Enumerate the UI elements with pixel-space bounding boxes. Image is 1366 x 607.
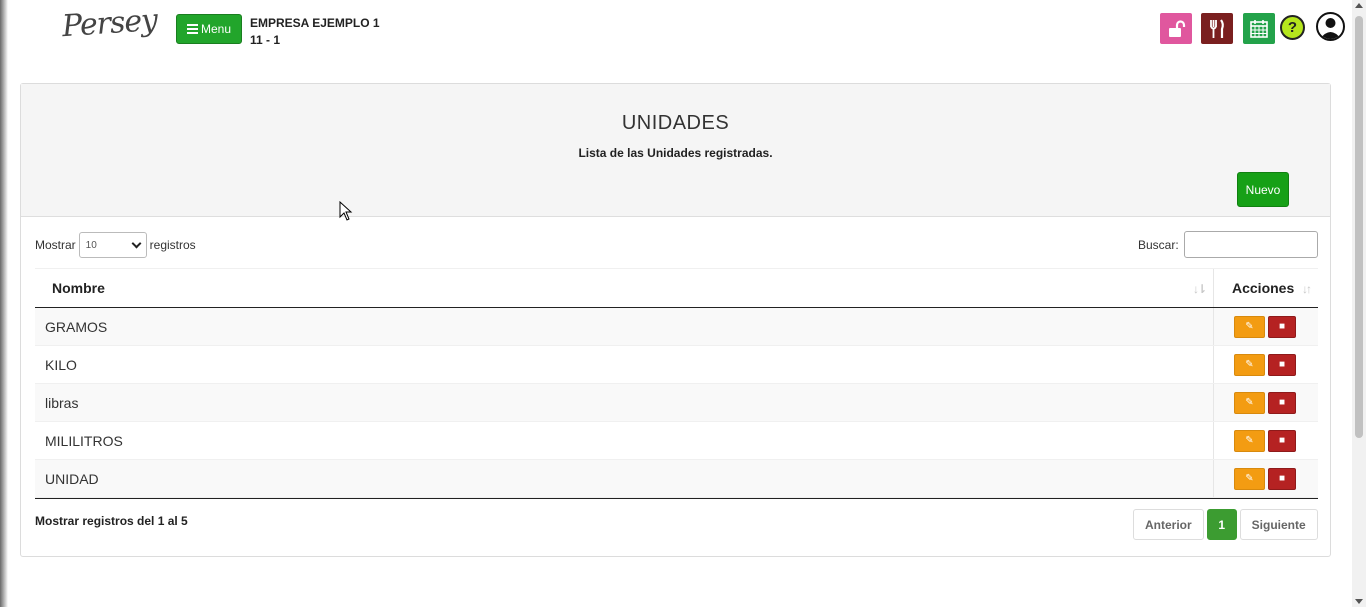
row-actions: ✎ ■	[1214, 346, 1318, 383]
page-1-button[interactable]: 1	[1206, 509, 1237, 540]
unit-name: UNIDAD	[35, 460, 1214, 497]
trash-icon: ■	[1278, 397, 1286, 408]
hamburger-icon	[186, 24, 198, 34]
company-info: EMPRESA EJEMPLO 1 11 - 1	[250, 15, 380, 49]
trash-icon: ■	[1278, 473, 1286, 484]
edit-icon: ✎	[1245, 473, 1254, 484]
table-header: Nombre ↓⇂ Acciones ↓↑	[35, 268, 1318, 308]
delete-button[interactable]: ■	[1268, 429, 1296, 452]
edit-button[interactable]: ✎	[1234, 353, 1265, 376]
chevron-down-icon	[131, 238, 142, 248]
row-actions: ✎ ■	[1214, 422, 1318, 459]
search-label: Buscar:	[1138, 237, 1179, 252]
edit-icon: ✎	[1245, 321, 1254, 332]
column-header-name[interactable]: Nombre ↓⇂	[35, 269, 1214, 307]
app-logo: Persey	[60, 2, 159, 45]
new-unit-button[interactable]: Nuevo	[1237, 172, 1289, 207]
edit-button[interactable]: ✎	[1234, 315, 1265, 338]
edit-button[interactable]: ✎	[1234, 467, 1265, 490]
scroll-up-icon[interactable]	[1355, 3, 1363, 8]
sort-icon: ↓↑	[1302, 282, 1312, 296]
edit-icon: ✎	[1245, 397, 1254, 408]
column-header-actions-label: Acciones	[1232, 280, 1295, 296]
scroll-down-icon[interactable]	[1355, 599, 1363, 604]
edit-button[interactable]: ✎	[1234, 391, 1265, 414]
help-icon: ?	[1287, 19, 1298, 36]
calendar-button[interactable]	[1243, 13, 1275, 44]
delete-button[interactable]: ■	[1268, 353, 1296, 376]
records-info: Mostrar registros del 1 al 5	[35, 514, 188, 528]
units-card: UNIDADES Lista de las Unidades registrad…	[20, 83, 1331, 557]
unit-name: KILO	[35, 346, 1214, 383]
scrollbar-thumb[interactable]	[1355, 16, 1363, 438]
units-table: Nombre ↓⇂ Acciones ↓↑ GRAMOS ✎ ■ KILO ✎ …	[35, 268, 1318, 499]
delete-button[interactable]: ■	[1268, 391, 1296, 414]
edit-icon: ✎	[1245, 359, 1254, 370]
menu-button-label: Menu	[200, 22, 232, 36]
restaurant-button[interactable]	[1201, 13, 1233, 44]
table-row: KILO ✎ ■	[35, 346, 1318, 384]
user-icon	[1320, 18, 1341, 39]
trash-icon: ■	[1278, 321, 1286, 332]
mouse-cursor-icon	[339, 201, 353, 221]
row-actions: ✎ ■	[1214, 460, 1318, 497]
search-control: Buscar:	[1138, 231, 1318, 258]
column-header-actions[interactable]: Acciones ↓↑	[1214, 269, 1318, 307]
row-actions: ✎ ■	[1214, 308, 1318, 345]
page-length-value: 10	[85, 239, 97, 251]
column-header-name-label: Nombre	[52, 280, 105, 296]
unit-name: libras	[35, 384, 1214, 421]
page-title: UNIDADES	[621, 112, 730, 134]
search-input[interactable]	[1183, 231, 1318, 258]
window-edge-shadow	[0, 0, 8, 607]
vertical-scrollbar[interactable]	[1352, 0, 1366, 607]
row-actions: ✎ ■	[1214, 384, 1318, 421]
calendar-icon	[1250, 19, 1268, 38]
next-page-button[interactable]: Siguiente	[1239, 509, 1318, 540]
page-subtitle: Lista de las Unidades registradas.	[578, 146, 773, 160]
delete-button[interactable]: ■	[1268, 315, 1296, 338]
card-header: UNIDADES Lista de las Unidades registrad…	[21, 84, 1330, 217]
unit-name: MILILITROS	[35, 422, 1214, 459]
delete-button[interactable]: ■	[1268, 467, 1296, 490]
company-name: EMPRESA EJEMPLO 1	[250, 16, 380, 30]
previous-page-button[interactable]: Anterior	[1133, 509, 1204, 540]
edit-button[interactable]: ✎	[1234, 429, 1265, 452]
edit-icon: ✎	[1245, 435, 1254, 446]
unit-name: GRAMOS	[35, 308, 1214, 345]
show-label: Mostrar	[35, 238, 76, 252]
pagination: Anterior 1 Siguiente	[1133, 509, 1318, 540]
unlock-icon	[1169, 19, 1186, 37]
table-row: libras ✎ ■	[35, 384, 1318, 422]
table-row: MILILITROS ✎ ■	[35, 422, 1318, 460]
company-branch: 11 - 1	[250, 33, 281, 47]
records-label: registros	[149, 238, 196, 252]
help-button[interactable]: ?	[1280, 15, 1305, 40]
menu-button[interactable]: Menu	[176, 14, 242, 44]
user-profile-button[interactable]	[1316, 12, 1345, 41]
page-length-select[interactable]: 10	[78, 232, 147, 258]
trash-icon: ■	[1278, 359, 1286, 370]
trash-icon: ■	[1278, 435, 1286, 446]
table-row: UNIDAD ✎ ■	[35, 460, 1318, 498]
table-row: GRAMOS ✎ ■	[35, 308, 1318, 346]
sort-icon: ↓⇂	[1192, 282, 1207, 296]
table-bottom-border	[35, 498, 1318, 499]
unlock-button[interactable]	[1160, 13, 1192, 44]
page-length-control: Mostrar 10 registros	[35, 232, 196, 258]
utensils-icon	[1210, 18, 1224, 38]
